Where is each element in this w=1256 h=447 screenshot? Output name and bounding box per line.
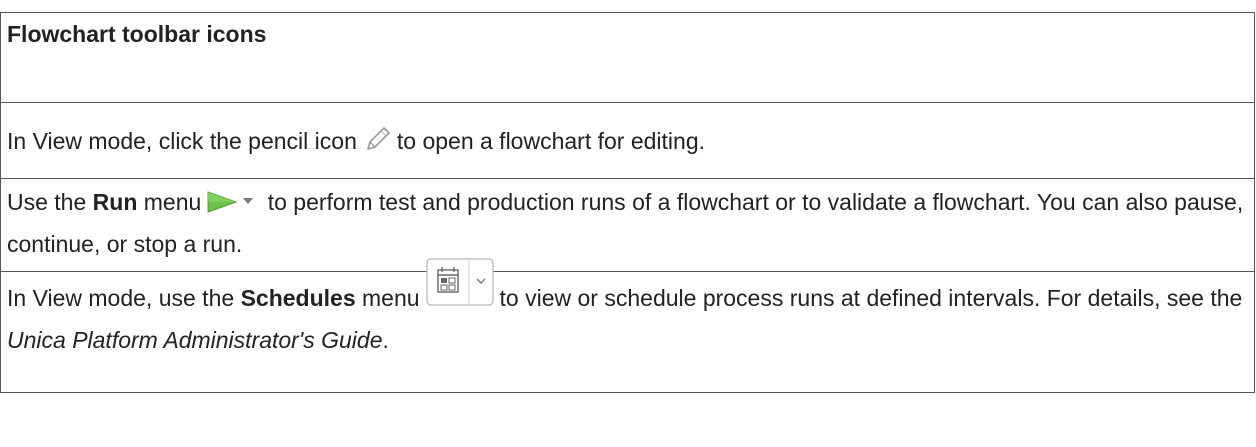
row3-end: . [382, 327, 389, 353]
table-cell: In View mode, click the pencil icon to o… [0, 102, 1255, 179]
table-header-row: Flowchart toolbar icons [0, 12, 1255, 103]
table-cell: In View mode, use the Schedules menu to … [0, 258, 1255, 393]
pencil-icon [367, 127, 390, 151]
flowchart-toolbar-table: Flowchart toolbar icons In View mode, cl… [0, 12, 1255, 393]
run-play-dropdown-icon [207, 191, 254, 213]
table-row: Use the Run menu to perform test and pro… [0, 178, 1255, 272]
table-cell: Use the Run menu to perform test and pro… [0, 178, 1255, 272]
row1-text-before: In View mode, click the pencil icon [7, 127, 357, 154]
row1-text-after: to open a flowchart for editing. [396, 127, 706, 154]
schedules-menu-label: Schedules [240, 285, 356, 311]
row2-menu-word: menu [137, 189, 202, 215]
row3-text-after: to view or schedule process runs at defi… [499, 285, 1243, 311]
table-row: In View mode, click the pencil icon to o… [0, 102, 1255, 179]
table-header: Flowchart toolbar icons [0, 12, 1255, 103]
row2-use: Use the [7, 189, 93, 215]
table-row: In View mode, use the Schedules menu to … [0, 258, 1255, 393]
calendar-dropdown-icon [425, 258, 494, 306]
row3-menu-word: menu [355, 285, 420, 311]
row3-before: In View mode, use the [7, 285, 241, 311]
admin-guide-title: Unica Platform Administrator's Guide [7, 327, 383, 353]
run-menu-label: Run [92, 189, 138, 215]
